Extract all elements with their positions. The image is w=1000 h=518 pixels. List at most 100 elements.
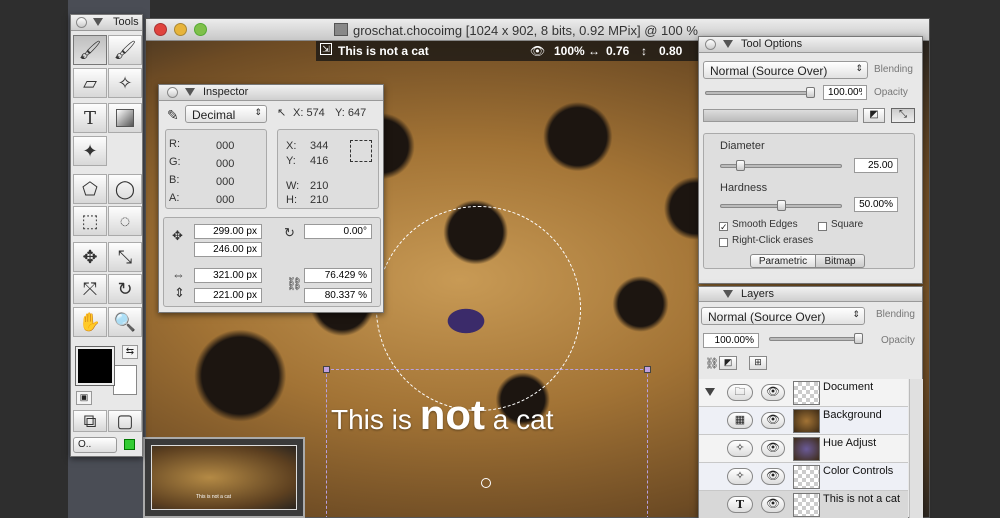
parametric-tab[interactable]: Parametric (750, 254, 816, 268)
layers-collapse-icon[interactable] (723, 290, 733, 298)
eyedropper-icon: ✎ (167, 107, 179, 123)
gradient-tool-icon[interactable] (108, 103, 142, 133)
tool-blend-mode-select[interactable]: Normal (Source Over) ⇕ (703, 61, 868, 79)
tools-title: Tools (113, 16, 139, 28)
foreground-color-swatch[interactable] (75, 346, 115, 386)
background-color-swatch[interactable] (113, 365, 137, 395)
zoom-tool-icon[interactable]: 🔍 (108, 307, 142, 337)
scale-width-field[interactable] (304, 268, 372, 283)
sel-y-value: 416 (310, 155, 329, 167)
brush-tool-icon[interactable]: 🖌 (73, 35, 107, 65)
layer-opacity-field[interactable] (703, 333, 759, 348)
fit-view-icon[interactable]: ⧉ (73, 410, 107, 432)
transform-tool-icon[interactable]: ⤧ (73, 274, 107, 304)
lasso-polygon-tool-icon[interactable]: ⬠ (73, 174, 107, 204)
layer-row-text[interactable]: T 👁 This is not a cat (699, 491, 908, 518)
bitmap-tab[interactable]: Bitmap (815, 254, 865, 268)
text-tool-icon[interactable]: T (73, 103, 107, 133)
tool-blending-label: Blending (874, 64, 913, 75)
hardness-slider[interactable] (720, 200, 842, 211)
canvas-text-layer[interactable]: This is not a cat (331, 391, 553, 439)
rect-select-tool-icon[interactable]: ⬚ (73, 206, 107, 236)
layer-row-background[interactable]: ▦ 👁 Background (699, 407, 908, 435)
anchor-crosshair[interactable] (481, 478, 491, 488)
diameter-knob[interactable] (736, 160, 745, 171)
eye-icon[interactable]: 👁 (761, 412, 785, 429)
a-label: A: (169, 192, 180, 204)
layer-thumbnail (793, 409, 820, 433)
tool-opacity-field[interactable] (823, 85, 867, 100)
rotate-tool-icon[interactable]: ↻ (108, 274, 142, 304)
default-colors-icon[interactable]: ▣ (76, 391, 92, 405)
add-layer-icon[interactable]: ⊞ (749, 356, 767, 370)
lasso-tool-icon[interactable]: ◯ (108, 174, 142, 204)
minimize-window-button[interactable] (174, 23, 187, 36)
value-mode-select[interactable]: Decimal ⇕ (185, 105, 267, 123)
close-window-button[interactable] (154, 23, 167, 36)
mask-icon[interactable]: ◩ (719, 356, 737, 370)
eye-icon[interactable]: 👁 (761, 496, 785, 513)
status-light-icon (124, 439, 135, 450)
sparkle-brush-tool-icon[interactable]: ✧ (108, 68, 142, 98)
height-field[interactable] (194, 288, 262, 303)
mask-mode-icon[interactable]: ▢ (108, 410, 142, 432)
overlay-vscale: 0.80 (659, 44, 683, 58)
ellipse-select-tool-icon[interactable]: ◌ (108, 206, 142, 236)
disclosure-triangle-icon[interactable] (705, 388, 715, 396)
resize-handle-top-left[interactable] (323, 366, 330, 373)
sel-w-label: W: (286, 180, 300, 192)
navigator-thumbnail[interactable]: This is not a cat (143, 437, 305, 518)
brush-shape-icon[interactable]: ◩ (863, 108, 885, 123)
move-tool-icon[interactable]: ✥ (73, 242, 107, 272)
layer-row-color-controls[interactable]: ✧ 👁 Color Controls (699, 463, 908, 491)
layer-row-hue-adjust[interactable]: ✧ 👁 Hue Adjust (699, 435, 908, 463)
sel-w-value: 210 (310, 180, 329, 192)
tool-options-close-button[interactable] (705, 39, 716, 50)
g-value: 000 (216, 158, 235, 170)
eye-icon[interactable]: 👁 (761, 384, 785, 401)
tools-collapse-icon[interactable] (93, 18, 103, 26)
layer-blend-mode-select[interactable]: Normal (Source Over) ⇕ (701, 307, 865, 325)
inspector-close-button[interactable] (167, 87, 178, 98)
layer-row-document[interactable]: 🗀 👁 Document (699, 379, 908, 407)
thumbnail-image: This is not a cat (151, 445, 297, 510)
hand-tool-icon[interactable]: ✋ (73, 307, 107, 337)
zoom-window-button[interactable] (194, 23, 207, 36)
width-field[interactable] (194, 268, 262, 283)
hardness-field[interactable] (854, 197, 898, 212)
eraser-tool-icon[interactable]: ▱ (73, 68, 107, 98)
rotation-field[interactable] (304, 224, 372, 239)
chain-link-icon[interactable]: ⛓ (286, 276, 303, 292)
scale-height-field[interactable] (304, 288, 372, 303)
link-icon[interactable]: ⛓ (705, 357, 719, 370)
tool-options-collapse-icon[interactable] (723, 40, 733, 48)
brush-expand-icon[interactable]: ⤡ (891, 108, 915, 123)
magic-wand-tool-icon[interactable]: ✦ (73, 136, 107, 166)
position-x-field[interactable] (194, 224, 262, 239)
zoom-select[interactable]: O.. (73, 437, 117, 453)
eye-icon[interactable]: 👁 (761, 468, 785, 485)
square-checkbox[interactable] (818, 222, 827, 231)
right-click-erases-checkbox[interactable] (719, 238, 728, 247)
folder-icon: 🗀 (727, 384, 753, 401)
layer-list: 🗀 👁 Document ▦ 👁 Background ✧ 👁 Hue Adju… (699, 379, 908, 518)
layer-opacity-slider[interactable] (769, 333, 863, 344)
swap-colors-icon[interactable]: ⇆ (122, 345, 138, 359)
position-y-field[interactable] (194, 242, 262, 257)
smooth-edges-checkbox[interactable]: ✓ (719, 222, 728, 232)
layers-titlebar: Layers (699, 287, 922, 302)
checker-icon: ▦ (727, 412, 753, 429)
hardness-knob[interactable] (777, 200, 786, 211)
inspector-collapse-icon[interactable] (185, 88, 195, 96)
resize-handle-top-right[interactable] (644, 366, 651, 373)
tool-opacity-slider[interactable] (705, 87, 815, 98)
diameter-slider[interactable] (720, 160, 842, 171)
smudge-tool-icon[interactable]: 🖌 (108, 35, 142, 65)
eye-icon[interactable]: 👁 (761, 440, 785, 457)
layer-opacity-knob[interactable] (854, 333, 863, 344)
eyedropper-tool-icon[interactable]: ⤡ (108, 242, 142, 272)
tools-close-button[interactable] (76, 17, 87, 28)
tool-opacity-knob[interactable] (806, 87, 815, 98)
diameter-field[interactable] (854, 158, 898, 173)
layer-list-scrollbar[interactable] (909, 379, 923, 518)
